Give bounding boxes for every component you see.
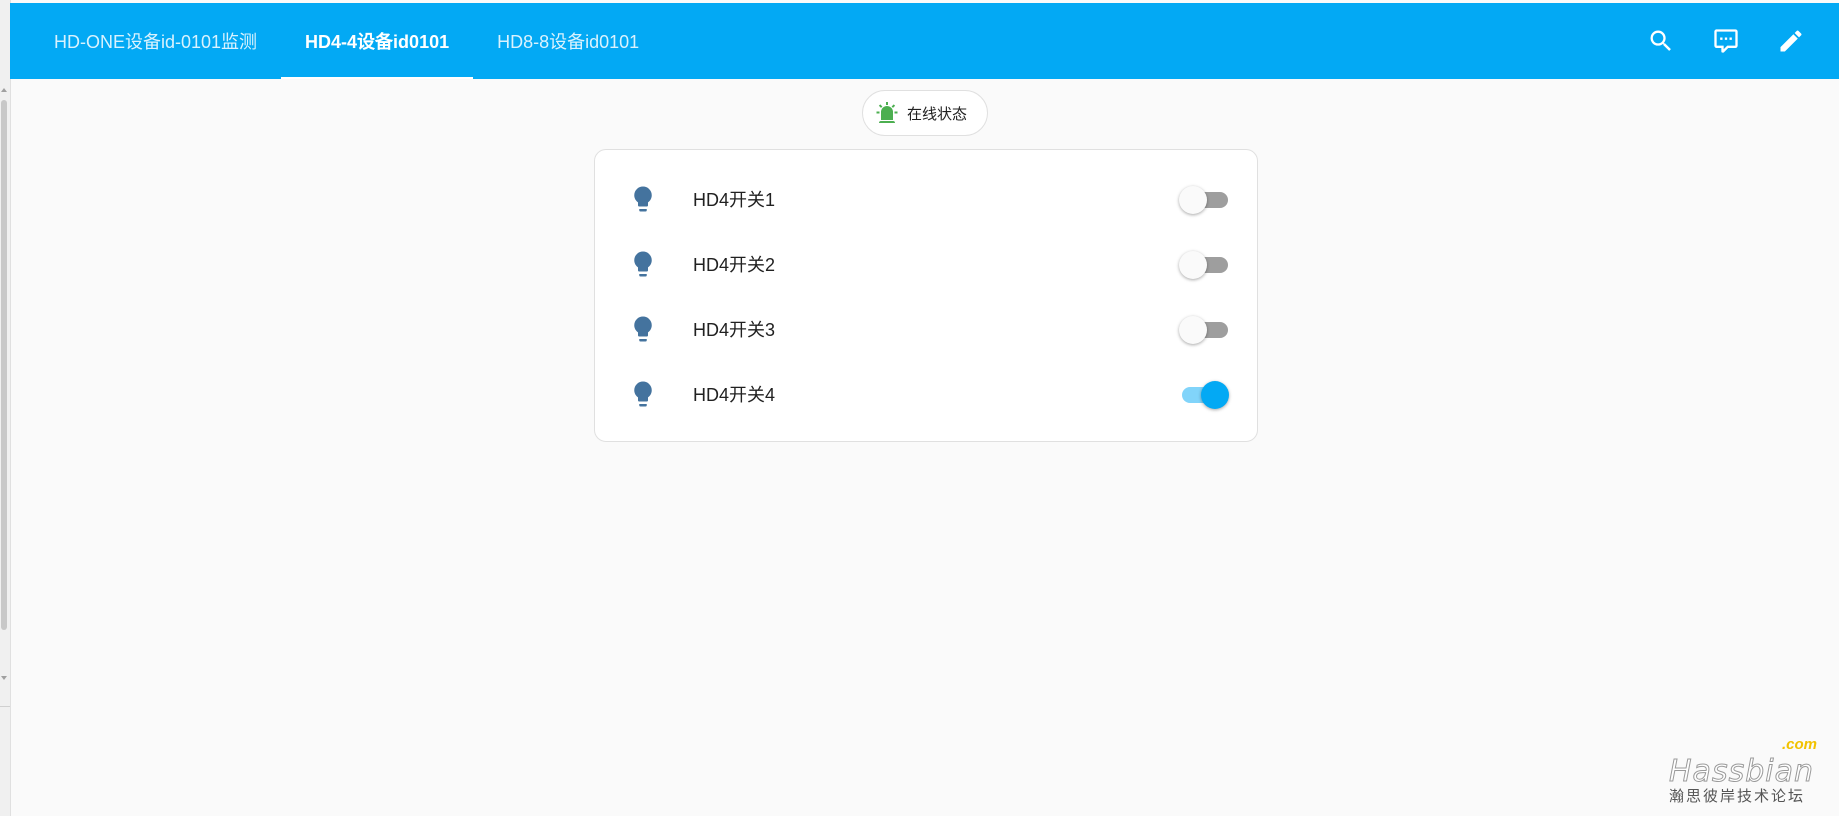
lightbulb-icon[interactable] — [628, 379, 658, 409]
toggle-knob — [1179, 250, 1207, 279]
scrollbar-thumb[interactable] — [1, 100, 7, 630]
app-header: HD-ONE设备id-0101监测 HD4-4设备id0101 HD8-8设备i… — [10, 3, 1839, 79]
switch-3-toggle[interactable] — [1179, 314, 1229, 344]
edit-dashboard-button[interactable] — [1767, 17, 1815, 65]
badge-label: 在线状态 — [907, 105, 968, 123]
tab-hd-one[interactable]: HD-ONE设备id-0101监测 — [30, 3, 281, 79]
pencil-icon — [1780, 30, 1802, 52]
online-status-badge[interactable]: 在线状态 — [862, 90, 988, 136]
toggle-knob — [1201, 380, 1229, 409]
search-button[interactable] — [1637, 17, 1685, 65]
scroll-up-arrow-icon[interactable] — [1, 88, 7, 92]
view-tabs: HD-ONE设备id-0101监测 HD4-4设备id0101 HD8-8设备i… — [30, 3, 663, 79]
lightbulb-icon[interactable] — [628, 249, 658, 279]
header-actions — [1620, 3, 1815, 79]
entity-row-switch-2[interactable]: HD4开关2 — [595, 231, 1257, 296]
tab-label: HD4-4设备id0101 — [305, 32, 450, 52]
assist-chat-icon — [1714, 29, 1738, 53]
entities-card: HD4开关1 HD4开关2 HD4开关3 HD4开关4 — [594, 149, 1258, 442]
tab-label: HD-ONE设备id-0101监测 — [54, 32, 258, 52]
assist-button[interactable] — [1702, 17, 1750, 65]
switch-1-toggle[interactable] — [1179, 184, 1229, 214]
entity-name: HD4开关1 — [693, 189, 776, 210]
watermark-subtitle: 瀚思彼岸技术论坛 — [1669, 788, 1806, 805]
watermark-logo-text: Hassbian — [1669, 754, 1814, 790]
search-icon — [1650, 30, 1671, 51]
watermark-suffix: .com — [1781, 736, 1817, 753]
entity-name: HD4开关3 — [693, 319, 776, 340]
tab-label: HD8-8设备id0101 — [497, 32, 640, 52]
entity-name: HD4开关4 — [693, 384, 776, 405]
scroll-down-arrow-icon[interactable] — [1, 676, 7, 680]
hassbian-watermark: .com Hassbian 瀚思彼岸技术论坛 — [1669, 736, 1819, 806]
lightbulb-icon[interactable] — [628, 184, 658, 214]
switch-2-toggle[interactable] — [1179, 249, 1229, 279]
lightbulb-icon[interactable] — [628, 314, 658, 344]
alarm-light-icon — [876, 102, 898, 123]
entity-name: HD4开关2 — [693, 254, 776, 275]
scrollbar-divider — [0, 706, 10, 707]
entity-row-switch-1[interactable]: HD4开关1 — [595, 166, 1257, 231]
left-scrollbar[interactable] — [0, 0, 11, 816]
entity-row-switch-3[interactable]: HD4开关3 — [595, 296, 1257, 361]
tab-hd4-4[interactable]: HD4-4设备id0101 — [281, 3, 474, 79]
switch-4-toggle[interactable] — [1179, 379, 1229, 409]
entity-row-switch-4[interactable]: HD4开关4 — [595, 361, 1257, 426]
toggle-knob — [1179, 185, 1207, 214]
toggle-knob — [1179, 315, 1207, 344]
tab-hd8-8[interactable]: HD8-8设备id0101 — [473, 3, 663, 79]
